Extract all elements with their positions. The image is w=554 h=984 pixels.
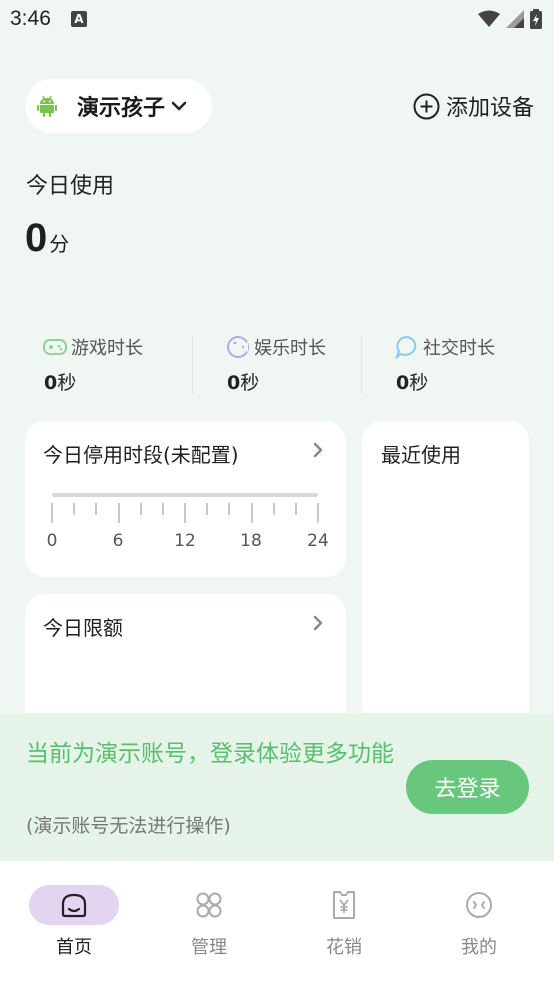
today-usage-value: 0 分 [25, 216, 69, 261]
stat-social-label: 社交时长 [423, 338, 495, 359]
stat-game-label: 游戏时长 [71, 338, 143, 359]
timeline-tick [51, 503, 53, 523]
today-usage-label: 今日使用 [26, 174, 115, 199]
divider [192, 336, 193, 394]
recent-usage-card[interactable]: 最近使用 [362, 421, 529, 741]
device-name: 演示孩子 [77, 96, 166, 121]
home-icon [61, 893, 87, 918]
demo-banner-text: 当前为演示账号，登录体验更多功能 [26, 741, 394, 767]
today-usage-unit: 分 [49, 232, 70, 256]
chat-bubble-icon [395, 335, 417, 359]
notification-icon: A [70, 11, 87, 27]
stat-game: 游戏时长 0秒 [43, 334, 143, 395]
add-device-label: 添加设备 [445, 96, 534, 121]
divider [361, 336, 362, 394]
login-button[interactable]: 去登录 [406, 760, 529, 814]
stat-game-unit: 秒 [57, 372, 77, 394]
battery-icon [530, 9, 542, 29]
android-icon [37, 95, 57, 117]
chevron-down-icon [171, 101, 187, 111]
chevron-right-icon [313, 615, 323, 631]
timeline-tick [73, 503, 76, 515]
stat-social: 社交时长 0秒 [395, 334, 495, 395]
demo-banner-subtext: (演示账号无法进行操作) [26, 815, 231, 837]
daily-limit-title: 今日限额 [43, 616, 123, 640]
timeline-tick [184, 503, 186, 523]
stat-entertainment: 娱乐时长 0秒 [226, 334, 326, 395]
timeline-tick [117, 503, 120, 523]
today-usage-number: 0 [25, 216, 48, 260]
timeline-tick [228, 503, 231, 515]
signal-icon [506, 10, 524, 28]
timeline-label: 24 [307, 531, 329, 551]
timeline-tick [294, 503, 297, 515]
status-icons [478, 9, 542, 29]
wifi-icon [478, 10, 500, 27]
stat-game-value: 0 [44, 372, 58, 394]
receipt-icon [333, 891, 355, 919]
grid-icon [196, 892, 222, 918]
timeline-tick [206, 503, 209, 515]
nav-item-manage[interactable]: 管理 [159, 885, 259, 959]
timeline-tick [95, 503, 98, 515]
usage-stats: 游戏时长 0秒 娱乐时长 0秒 社交时长 0秒 [0, 334, 554, 396]
entertainment-icon [227, 336, 249, 358]
timeline-bar [52, 493, 318, 497]
device-selector[interactable]: 演示孩子 [25, 79, 212, 133]
add-device-button[interactable]: 添加设备 [413, 88, 534, 124]
chevron-right-icon [313, 442, 323, 458]
nav-item-profile[interactable]: 我的 [429, 885, 529, 959]
nav-label-manage: 管理 [191, 937, 227, 958]
timeline-tick [161, 503, 164, 515]
timeline-label: 6 [112, 531, 124, 551]
timeline-label: 12 [174, 531, 196, 551]
status-bar: 3:46 A [0, 0, 554, 38]
nav-item-home[interactable]: 首页 [24, 885, 124, 959]
timeline-tick [272, 503, 275, 515]
nav-label-spending: 花销 [326, 937, 362, 958]
recent-usage-title: 最近使用 [381, 443, 461, 467]
profile-icon [466, 892, 492, 918]
stat-entertainment-label: 娱乐时长 [254, 338, 326, 359]
stat-social-unit: 秒 [409, 372, 429, 394]
plus-circle-icon [413, 93, 440, 119]
timeline-tick [250, 503, 253, 523]
stat-entertainment-value: 0 [227, 372, 241, 394]
nav-label-home: 首页 [56, 937, 92, 958]
nav-item-spending[interactable]: 花销 [294, 885, 394, 959]
downtime-card[interactable]: 今日停用时段(未配置) 0 6 12 18 24 [25, 421, 346, 577]
downtime-title: 今日停用时段(未配置) [43, 443, 239, 467]
stat-social-value: 0 [396, 372, 410, 394]
bottom-nav: 首页 管理 花销 我的 [0, 861, 554, 984]
demo-account-banner: 当前为演示账号，登录体验更多功能 (演示账号无法进行操作) 去登录 [0, 713, 554, 861]
gamepad-icon [43, 339, 67, 355]
status-time: 3:46 [10, 7, 51, 30]
timeline-tick [317, 503, 319, 523]
timeline-label: 18 [240, 531, 262, 551]
timeline-label: 0 [46, 531, 58, 551]
nav-label-profile: 我的 [461, 937, 497, 958]
timeline-tick [139, 503, 142, 515]
stat-entertainment-unit: 秒 [240, 372, 260, 394]
